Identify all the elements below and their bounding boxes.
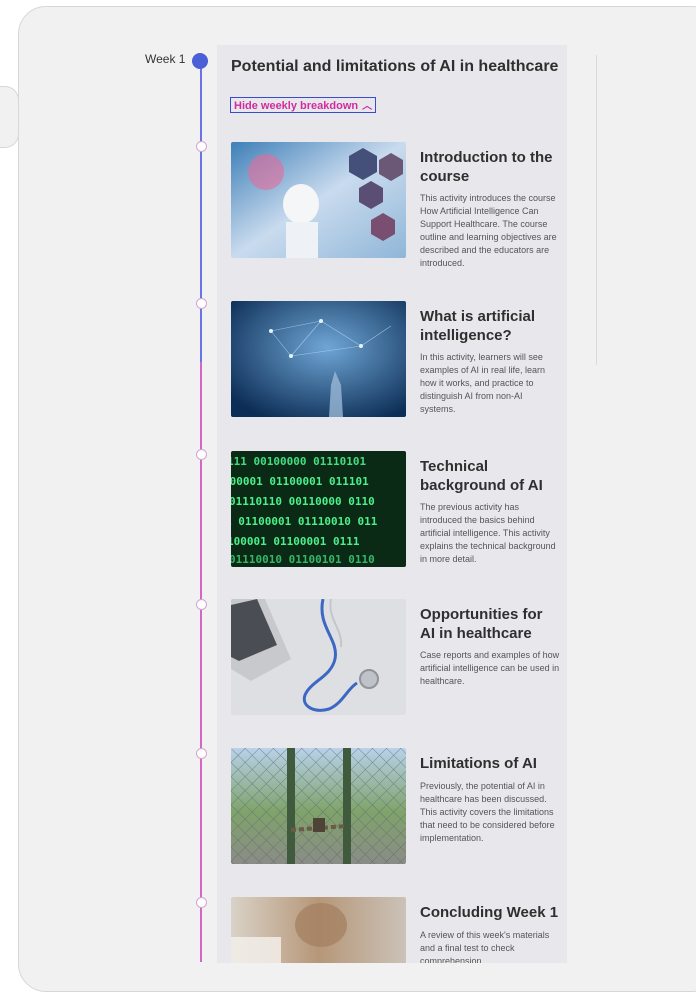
activity-thumbnail[interactable] <box>231 301 406 417</box>
activity-title[interactable]: Technical background of AI <box>420 457 560 495</box>
svg-text:1 01100001 01110010 011: 1 01100001 01110010 011 <box>231 515 378 528</box>
timeline-node <box>196 897 207 908</box>
chevron-up-icon: ︿ <box>362 101 373 112</box>
activity-card-technical-background[interactable]: 111 00100000 01110101 100001 01100001 01… <box>231 451 561 581</box>
activity-description: This activity introduces the course How … <box>420 193 557 268</box>
activity-card-introduction[interactable]: Introduction to the course This activity… <box>231 142 561 282</box>
svg-text:01110010 01100101 0110: 01110010 01100101 0110 <box>231 553 375 566</box>
activity-title[interactable]: Opportunities for AI in healthcare <box>420 605 560 643</box>
activity-title[interactable]: Introduction to the course <box>420 148 560 186</box>
activity-thumbnail[interactable] <box>231 599 406 715</box>
activity-title[interactable]: Limitations of AI <box>420 754 560 773</box>
activity-thumbnail[interactable] <box>231 897 406 963</box>
activity-card-concluding[interactable]: Concluding Week 1 A review of this week'… <box>231 897 561 963</box>
activity-title[interactable]: Concluding Week 1 <box>420 903 560 922</box>
activity-thumbnail[interactable] <box>231 748 406 864</box>
week-label: Week 1 <box>145 52 186 66</box>
activity-description: A review of this week's materials and a … <box>420 930 550 963</box>
activity-thumbnail[interactable]: 111 00100000 01110101 100001 01100001 01… <box>231 451 406 567</box>
tooltip-notch <box>0 86 19 148</box>
timeline-node <box>196 298 207 309</box>
activity-description: Case reports and examples of how artific… <box>420 650 560 686</box>
activity-description: In this activity, learners will see exam… <box>420 352 546 414</box>
svg-text:100001 01100001 011101: 100001 01100001 011101 <box>231 475 369 488</box>
activity-description: Previously, the potential of AI in healt… <box>420 781 555 843</box>
timeline-node <box>196 599 207 610</box>
timeline-node <box>196 449 207 460</box>
activity-card-what-is-ai[interactable]: What is artificial intelligence? In this… <box>231 301 561 431</box>
timeline-node <box>196 141 207 152</box>
activity-card-limitations[interactable]: Limitations of AI Previously, the potent… <box>231 748 561 878</box>
svg-text:01110110 00110000 0110: 01110110 00110000 0110 <box>231 495 375 508</box>
timeline-line <box>200 62 202 962</box>
toggle-label: Hide weekly breakdown <box>234 100 359 112</box>
activity-title[interactable]: What is artificial intelligence? <box>420 307 560 345</box>
svg-text:111 00100000 01110101: 111 00100000 01110101 <box>231 455 366 468</box>
week-title: Potential and limitations of AI in healt… <box>231 58 559 75</box>
activity-description: The previous activity has introduced the… <box>420 502 556 564</box>
activity-thumbnail[interactable] <box>231 142 406 258</box>
timeline-node <box>196 748 207 759</box>
hide-weekly-breakdown-button[interactable]: Hide weekly breakdown ︿ <box>230 97 377 113</box>
svg-text:100001 01100001 0111: 100001 01100001 0111 <box>231 535 360 548</box>
week-marker-dot <box>192 53 208 69</box>
activity-card-opportunities[interactable]: Opportunities for AI in healthcare Case … <box>231 599 561 729</box>
side-panel <box>596 55 696 365</box>
